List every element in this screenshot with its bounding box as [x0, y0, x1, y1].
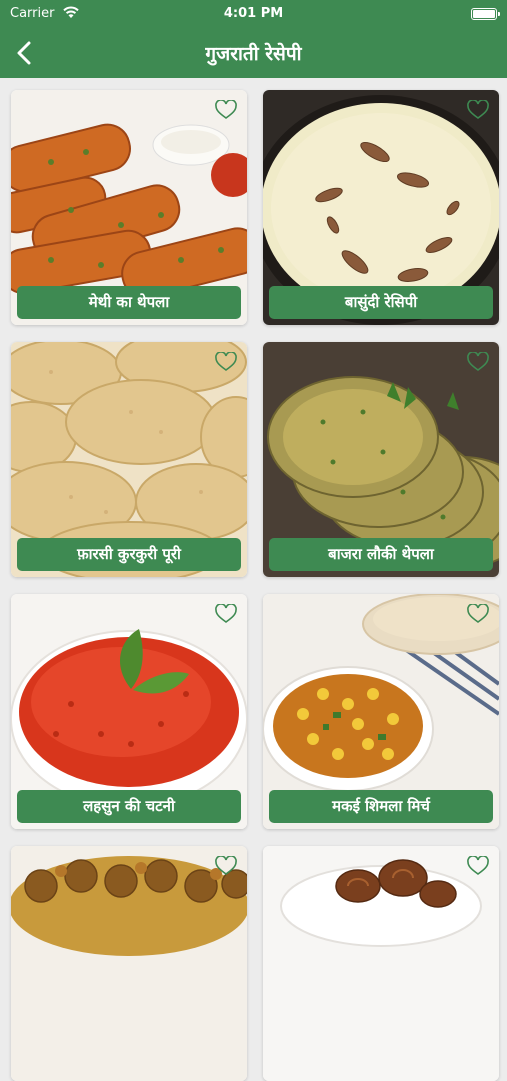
recipe-card-rolls[interactable]	[263, 846, 499, 1081]
heart-icon[interactable]	[467, 856, 489, 876]
status-bar: Carrier 4:01 PM	[0, 0, 507, 28]
heart-icon[interactable]	[215, 100, 237, 120]
stuffed-veg-photo	[11, 846, 247, 1081]
heart-icon[interactable]	[215, 856, 237, 876]
heart-icon[interactable]	[467, 352, 489, 372]
recipe-card-label: बाजरा लौकी थेपला	[269, 538, 493, 571]
recipe-card-label: मकई शिमला मिर्च	[269, 790, 493, 823]
recipe-card-label: फ़ारसी कुरकुरी पूरी	[17, 538, 241, 571]
page-title: गुजराती रेसेपी	[205, 43, 302, 65]
clock-time: 4:01 PM	[223, 6, 284, 21]
recipe-card-label: मेथी का थेपला	[17, 286, 241, 319]
recipe-card-methi-thepla[interactable]: मेथी का थेपला	[11, 90, 247, 325]
rolls-photo	[263, 846, 499, 1081]
battery-icon	[471, 8, 500, 20]
heart-icon[interactable]	[467, 604, 489, 624]
recipe-card-garlic-chutney[interactable]: लहसुन की चटनी	[11, 594, 247, 829]
heart-icon[interactable]	[467, 100, 489, 120]
navigation-bar: गुजराती रेसेपी	[0, 28, 507, 78]
heart-icon[interactable]	[215, 352, 237, 372]
recipe-card-farsi-puri[interactable]: फ़ारसी कुरकुरी पूरी	[11, 342, 247, 577]
recipe-card-label: लहसुन की चटनी	[17, 790, 241, 823]
recipe-card-bajra-thepla[interactable]: बाजरा लौकी थेपला	[263, 342, 499, 577]
recipe-card-basundi[interactable]: बासुंदी रेसिपी	[263, 90, 499, 325]
recipe-grid: मेथी का थेपला बासुंदी रेसिपी फ़ारसी कुरक…	[0, 78, 507, 1081]
recipe-card-label: बासुंदी रेसिपी	[269, 286, 493, 319]
recipe-card-stuffed-veg[interactable]	[11, 846, 247, 1081]
recipe-card-corn-capsicum[interactable]: मकई शिमला मिर्च	[263, 594, 499, 829]
heart-icon[interactable]	[215, 604, 237, 624]
